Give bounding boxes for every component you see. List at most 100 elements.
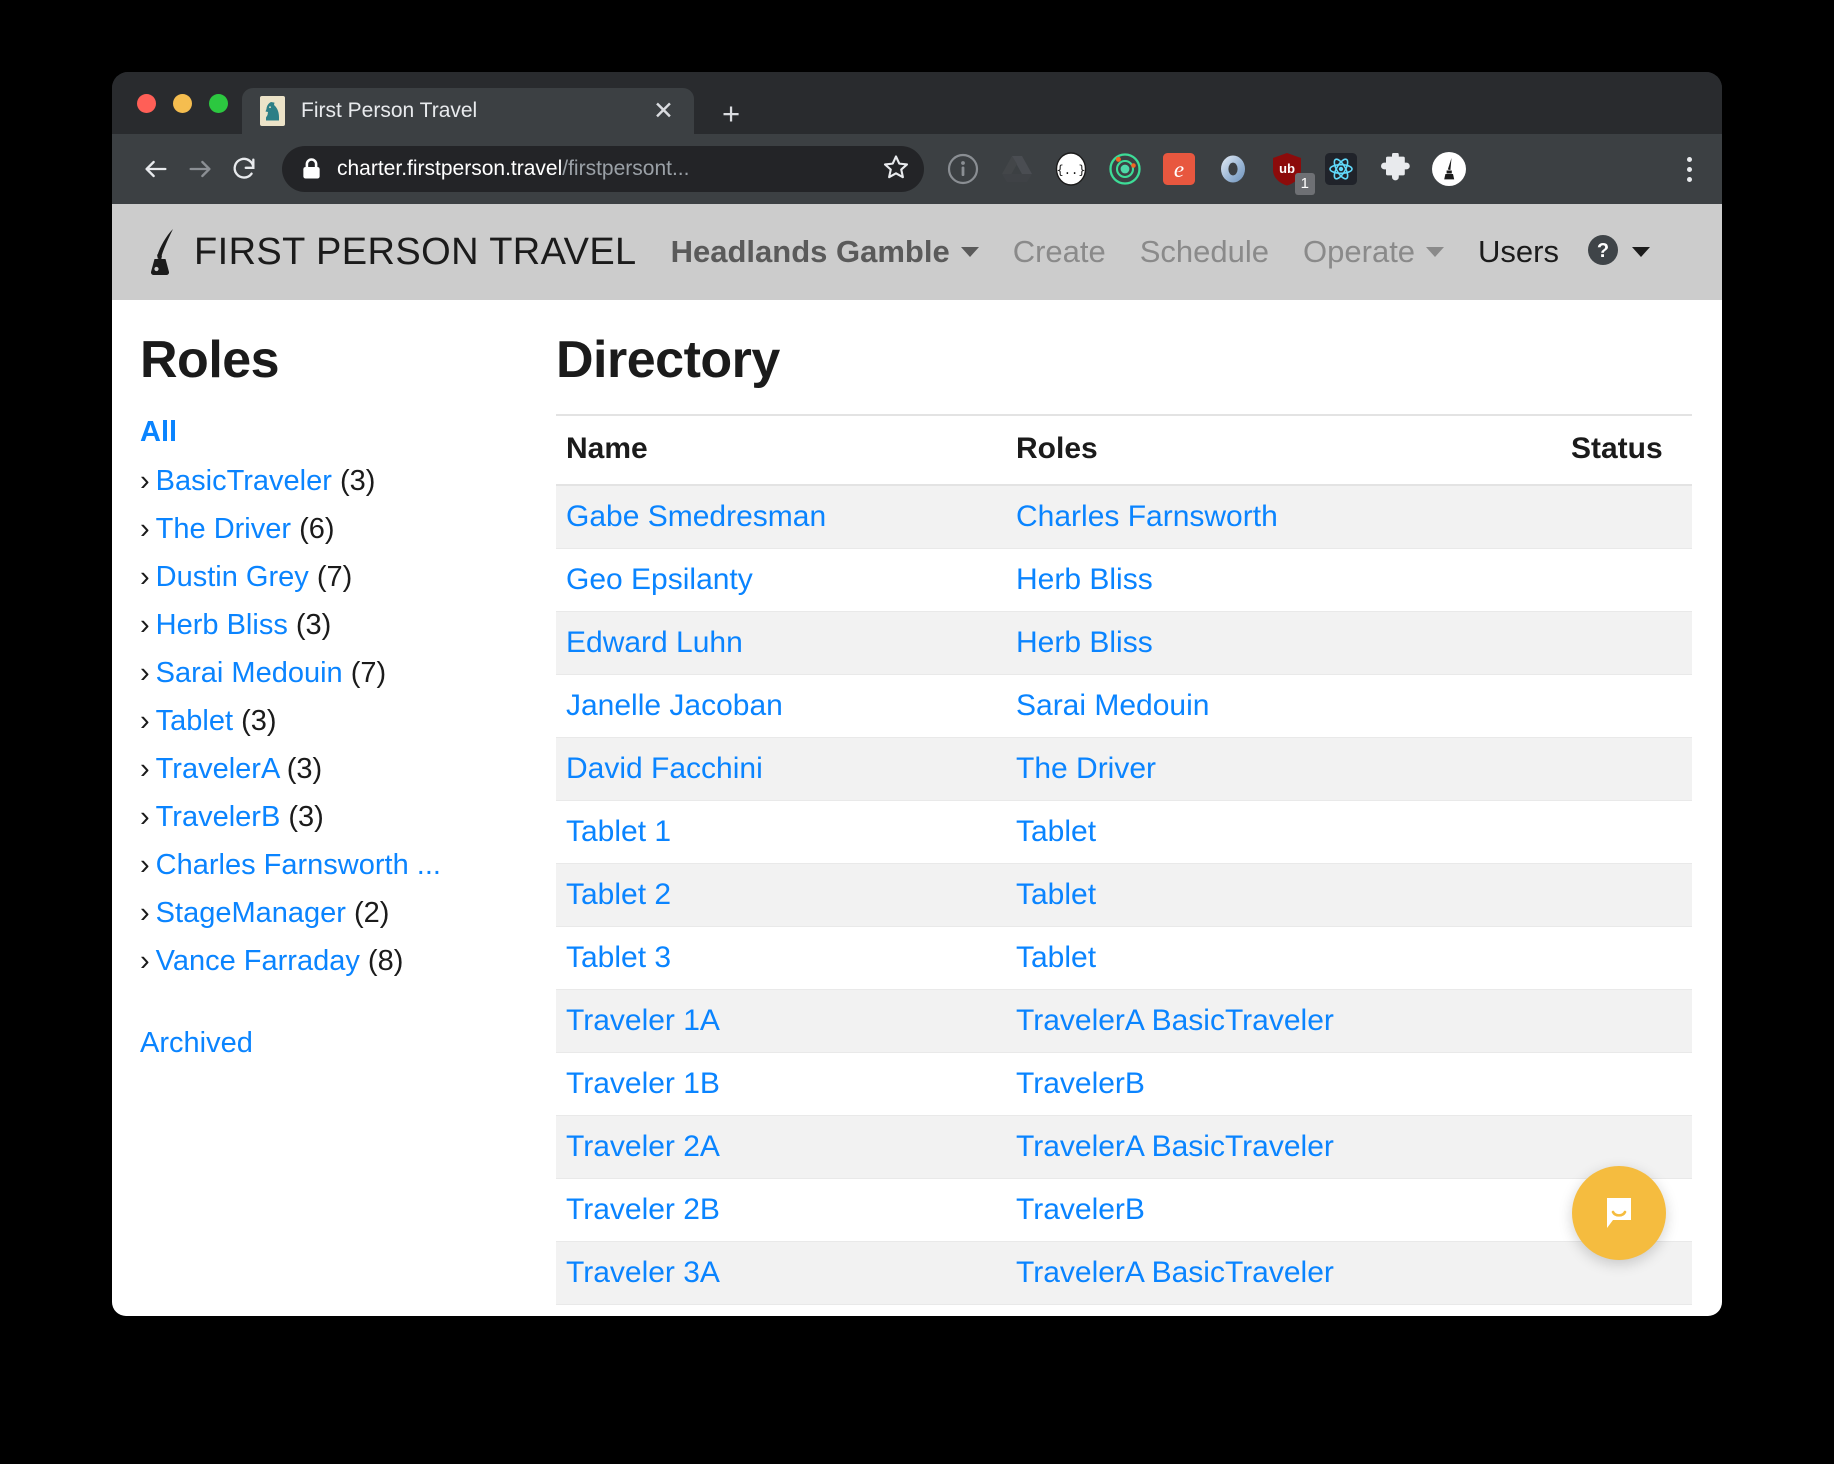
close-tab-icon[interactable]: ✕ [647, 98, 680, 124]
cell-name[interactable]: Tablet 2 [556, 863, 1006, 927]
table-row[interactable]: Traveler 1A TravelerA BasicTraveler [556, 989, 1692, 1053]
roles-filter-archived[interactable]: Archived [140, 1027, 522, 1060]
cell-name[interactable]: Traveler 2A [556, 1115, 1006, 1179]
chevron-right-icon: › [140, 801, 150, 833]
sidebar-item-stagemanager[interactable]: › StageManager (2) [140, 889, 522, 937]
cell-name[interactable]: Tablet 3 [556, 926, 1006, 990]
sidebar-item-travelera[interactable]: › TravelerA (3) [140, 745, 522, 793]
cell-name[interactable]: Gabe Smedresman [556, 485, 1006, 549]
cell-roles[interactable]: Tablet [1006, 863, 1561, 927]
brand[interactable]: FIRST PERSON TRAVEL [146, 227, 637, 277]
role-name: Charles Farnsworth ... [155, 849, 441, 881]
table-row[interactable]: Traveler 3B TravelerB [556, 1304, 1692, 1316]
json-viewer-icon[interactable]: {..} [1052, 150, 1090, 188]
cell-name[interactable]: Traveler 3B [556, 1304, 1006, 1316]
cell-name[interactable]: Geo Epsilanty [556, 548, 1006, 612]
nav-item-users[interactable]: Users [1478, 234, 1559, 270]
column-header-status[interactable]: Status [1561, 414, 1692, 486]
cell-roles[interactable]: TravelerB [1006, 1304, 1561, 1316]
browser-menu-icon[interactable] [1672, 149, 1706, 189]
page-viewport: FIRST PERSON TRAVEL Headlands Gamble Cre… [112, 204, 1722, 1316]
column-header-roles[interactable]: Roles [1006, 414, 1561, 486]
reload-icon[interactable] [222, 147, 266, 191]
cell-name[interactable]: Edward Luhn [556, 611, 1006, 675]
nav-item-operate[interactable]: Operate [1303, 234, 1445, 270]
cell-roles[interactable]: TravelerA BasicTraveler [1006, 1115, 1561, 1179]
cell-roles[interactable]: Tablet [1006, 926, 1561, 990]
help-menu[interactable]: ? [1585, 232, 1650, 273]
cell-name[interactable]: Janelle Jacoban [556, 674, 1006, 738]
cell-roles[interactable]: TravelerB [1006, 1178, 1561, 1242]
cell-roles[interactable]: The Driver [1006, 737, 1561, 801]
cell-roles[interactable]: TravelerA BasicTraveler [1006, 989, 1561, 1053]
cell-roles[interactable]: Herb Bliss [1006, 611, 1561, 675]
column-header-name[interactable]: Name [556, 414, 1006, 486]
sidebar-item-charles-farnsworth[interactable]: › Charles Farnsworth ... [140, 841, 522, 889]
cell-name[interactable]: David Facchini [556, 737, 1006, 801]
svg-text:e: e [1174, 157, 1184, 182]
browser-tab[interactable]: First Person Travel ✕ [242, 88, 694, 134]
table-row[interactable]: Traveler 2B TravelerB [556, 1178, 1692, 1242]
sidebar-item-herb-bliss[interactable]: › Herb Bliss (3) [140, 601, 522, 649]
cell-roles[interactable]: Charles Farnsworth [1006, 485, 1561, 549]
cell-name[interactable]: Tablet 1 [556, 800, 1006, 864]
nav-item-schedule[interactable]: Schedule [1140, 234, 1269, 270]
table-row[interactable]: Tablet 1 Tablet [556, 800, 1692, 864]
cell-roles[interactable]: TravelerA BasicTraveler [1006, 1241, 1561, 1305]
ionic-icon[interactable] [1106, 150, 1144, 188]
app-body: Roles All › BasicTraveler (3) › The Driver… [112, 300, 1722, 1316]
sidebar-item-vance-farraday[interactable]: › Vance Farraday (8) [140, 937, 522, 985]
react-devtools-icon[interactable] [1322, 150, 1360, 188]
onepassword-icon[interactable] [1214, 150, 1252, 188]
project-selector[interactable]: Headlands Gamble [671, 234, 979, 270]
sidebar-item-the-driver[interactable]: › The Driver (6) [140, 505, 522, 553]
table-row[interactable]: Gabe Smedresman Charles Farnsworth [556, 485, 1692, 549]
google-drive-icon[interactable] [998, 150, 1036, 188]
close-window-button[interactable] [137, 94, 156, 113]
role-count: (3) [339, 465, 376, 497]
cell-name[interactable]: Traveler 3A [556, 1241, 1006, 1305]
table-row[interactable]: Tablet 3 Tablet [556, 926, 1692, 990]
nav-item-create[interactable]: Create [1013, 234, 1106, 270]
first-person-travel-icon[interactable] [1430, 150, 1468, 188]
puzzle-extensions-icon[interactable] [1376, 150, 1414, 188]
role-count: (8) [367, 945, 404, 977]
table-row[interactable]: Traveler 1B TravelerB [556, 1052, 1692, 1116]
ublock-origin-icon[interactable]: qn 1 [1268, 150, 1315, 195]
evernote-icon[interactable]: e [1160, 150, 1198, 188]
sidebar-item-sarai-medouin[interactable]: › Sarai Medouin (7) [140, 649, 522, 697]
role-name: Vance Farraday [155, 945, 360, 977]
sidebar-item-travelerb[interactable]: › TravelerB (3) [140, 793, 522, 841]
table-row[interactable]: Janelle Jacoban Sarai Medouin [556, 674, 1692, 738]
table-row[interactable]: Edward Luhn Herb Bliss [556, 611, 1692, 675]
maximize-window-button[interactable] [209, 94, 228, 113]
table-row[interactable]: Geo Epsilanty Herb Bliss [556, 548, 1692, 612]
cell-name[interactable]: Traveler 1B [556, 1052, 1006, 1116]
back-icon[interactable] [134, 147, 178, 191]
bookmark-star-icon[interactable] [882, 153, 910, 186]
table-row[interactable]: David Facchini The Driver [556, 737, 1692, 801]
cell-name[interactable]: Traveler 1A [556, 989, 1006, 1053]
roles-title: Roles [140, 331, 280, 389]
cell-name[interactable]: Traveler 2B [556, 1178, 1006, 1242]
sidebar-item-tablet[interactable]: › Tablet (3) [140, 697, 522, 745]
intercom-chat-launcher[interactable] [1572, 1166, 1666, 1260]
roles-filter-all[interactable]: All [140, 416, 522, 449]
cell-status [1561, 548, 1692, 612]
cell-roles[interactable]: Sarai Medouin [1006, 674, 1561, 738]
address-bar[interactable]: charter.firstperson.travel/firstpersont.… [282, 146, 924, 192]
forward-icon[interactable] [178, 147, 222, 191]
quill-inkwell-logo [146, 227, 180, 277]
table-row[interactable]: Traveler 2A TravelerA BasicTraveler [556, 1115, 1692, 1179]
sidebar-item-basictraveler[interactable]: › BasicTraveler (3) [140, 457, 522, 505]
minimize-window-button[interactable] [173, 94, 192, 113]
table-row[interactable]: Traveler 3A TravelerA BasicTraveler [556, 1241, 1692, 1305]
new-tab-button[interactable]: + [722, 98, 740, 129]
url-path: /firstpersont... [562, 157, 690, 180]
cell-roles[interactable]: TravelerB [1006, 1052, 1561, 1116]
cell-roles[interactable]: Herb Bliss [1006, 548, 1561, 612]
sidebar-item-dustin-grey[interactable]: › Dustin Grey (7) [140, 553, 522, 601]
info-circle-icon[interactable] [944, 150, 982, 188]
table-row[interactable]: Tablet 2 Tablet [556, 863, 1692, 927]
cell-roles[interactable]: Tablet [1006, 800, 1561, 864]
